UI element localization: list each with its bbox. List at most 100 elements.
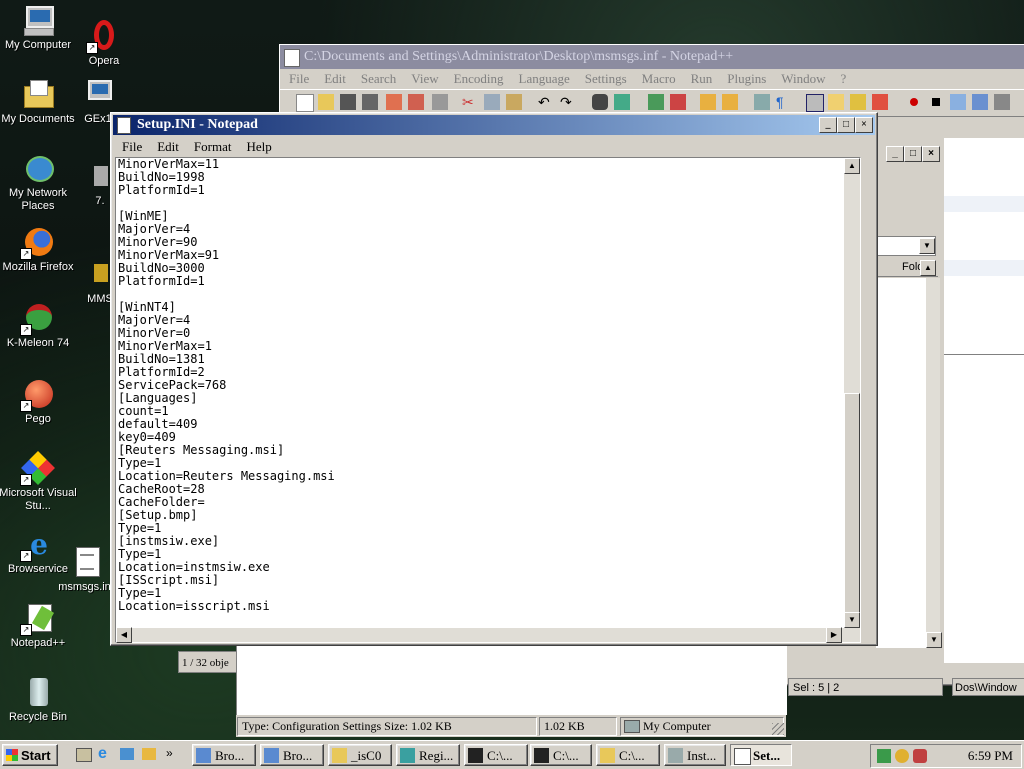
menu-run[interactable]: Run <box>691 71 713 86</box>
scroll-up-icon[interactable]: ▲ <box>844 158 860 174</box>
wrap-icon[interactable] <box>754 94 770 110</box>
close-all-icon[interactable] <box>408 94 424 110</box>
fold-icon[interactable] <box>828 94 844 110</box>
sync-h-icon[interactable] <box>722 94 738 110</box>
menu-search[interactable]: Search <box>361 71 396 86</box>
sync-v-icon[interactable] <box>700 94 716 110</box>
desktop-icon-my-documents[interactable]: My Documents <box>0 78 80 126</box>
macro-play-icon[interactable] <box>950 94 966 110</box>
resize-grip-icon[interactable] <box>772 723 784 735</box>
taskbar-button-browser-1[interactable]: Bro... <box>192 744 256 766</box>
replace-icon[interactable] <box>614 94 630 110</box>
media-icon[interactable] <box>142 748 156 760</box>
show-all-icon[interactable]: ¶ <box>776 94 792 110</box>
zoom-out-icon[interactable] <box>670 94 686 110</box>
menu-edit[interactable]: Edit <box>157 139 179 154</box>
zoom-in-icon[interactable] <box>648 94 664 110</box>
close-button[interactable]: × <box>855 117 873 133</box>
messenger-tray-icon[interactable] <box>895 749 909 763</box>
desktop-icon-notepadpp[interactable]: ↗ Notepad++ <box>0 602 80 650</box>
cut-icon[interactable]: ✂ <box>462 94 478 110</box>
pane-maximize-button[interactable]: □ <box>904 146 922 162</box>
desktop-icon-visual-studio[interactable]: ↗ Microsoft Visual Stu... <box>0 451 80 513</box>
taskbar-button-setup-notepad[interactable]: Set... <box>730 744 792 766</box>
menu-file[interactable]: File <box>289 71 309 86</box>
open-file-icon[interactable] <box>318 94 334 110</box>
address-dropdown[interactable]: ▼ <box>876 236 936 256</box>
save-all-icon[interactable] <box>362 94 378 110</box>
new-file-icon[interactable] <box>296 94 314 112</box>
scroll-down-icon[interactable]: ▼ <box>926 632 942 648</box>
doc-map-icon[interactable] <box>850 94 866 110</box>
outlook-icon[interactable] <box>120 748 134 760</box>
print-icon[interactable] <box>432 94 448 110</box>
taskbar-button-browser-2[interactable]: Bro... <box>260 744 324 766</box>
desktop-icon-opera[interactable]: ↗ Opera <box>62 20 146 68</box>
menu-help[interactable]: ? <box>841 71 847 86</box>
scroll-thumb[interactable] <box>844 393 860 613</box>
function-list-icon[interactable] <box>872 94 888 110</box>
menu-encoding[interactable]: Encoding <box>454 71 504 86</box>
taskbar-button-installer[interactable]: Inst... <box>664 744 726 766</box>
undo-icon[interactable]: ↶ <box>538 94 554 110</box>
macro-stop-icon[interactable] <box>928 94 944 110</box>
notepadpp-title-bar[interactable]: C:\Documents and Settings\Administrator\… <box>280 45 1024 69</box>
menu-view[interactable]: View <box>411 71 438 86</box>
text-editor[interactable]: MinorVerMax=11 BuildNo=1998 PlatformId=1… <box>115 157 861 643</box>
taskbar-button-isc0[interactable]: _isC0 <box>328 744 392 766</box>
quick-launch: e » <box>74 746 184 764</box>
internet-explorer-icon[interactable]: e <box>98 746 107 762</box>
menu-format[interactable]: Format <box>194 139 232 154</box>
taskbar-button-folder[interactable]: C:\... <box>596 744 660 766</box>
folder-list-scrollbar[interactable]: ▼ <box>926 278 942 648</box>
menu-help[interactable]: Help <box>246 139 271 154</box>
clock[interactable]: 6:59 PM <box>968 745 1013 767</box>
taskbar-button-7zip-1[interactable]: C:\... <box>464 744 528 766</box>
menu-plugins[interactable]: Plugins <box>727 71 766 86</box>
copy-icon[interactable] <box>484 94 500 110</box>
chevron-right-icon[interactable]: » <box>166 746 173 760</box>
scroll-left-icon[interactable]: ◀ <box>116 627 132 643</box>
notepad-window[interactable]: Setup.INI - Notepad _ □ × File Edit Format… <box>110 112 878 646</box>
menu-edit[interactable]: Edit <box>324 71 346 86</box>
desktop-icon-network-places[interactable]: My Network Places <box>0 152 80 213</box>
menu-language[interactable]: Language <box>519 71 570 86</box>
network-tray-icon[interactable] <box>877 749 891 763</box>
desktop-icon-recycle-bin[interactable]: Recycle Bin <box>0 676 80 724</box>
scroll-up-icon[interactable]: ▲ <box>920 260 936 276</box>
macro-run-multiple-icon[interactable] <box>972 94 988 110</box>
close-file-icon[interactable] <box>386 94 402 110</box>
editor-content[interactable]: MinorVerMax=11 BuildNo=1998 PlatformId=1… <box>118 158 858 628</box>
redo-icon[interactable]: ↷ <box>560 94 576 110</box>
pane-minimize-button[interactable]: _ <box>886 146 904 162</box>
menu-macro[interactable]: Macro <box>642 71 676 86</box>
windows-logo-icon <box>6 749 18 761</box>
desktop-icon-k-meleon[interactable]: ↗ K-Meleon 74 <box>0 302 80 350</box>
macro-save-icon[interactable] <box>994 94 1010 110</box>
notepad-title-bar[interactable]: Setup.INI - Notepad _ □ × <box>113 115 875 135</box>
desktop-icon-pego[interactable]: ↗ Pego <box>0 378 80 426</box>
paste-icon[interactable] <box>506 94 522 110</box>
menu-file[interactable]: File <box>122 139 142 154</box>
scroll-down-icon[interactable]: ▼ <box>844 612 860 628</box>
show-desktop-icon[interactable] <box>76 748 92 762</box>
maximize-button[interactable]: □ <box>837 117 855 133</box>
pane-close-button[interactable]: × <box>922 146 940 162</box>
scroll-right-icon[interactable]: ▶ <box>826 627 842 643</box>
desktop-icon-firefox[interactable]: ↗ Mozilla Firefox <box>0 226 80 274</box>
minimize-button[interactable]: _ <box>819 117 837 133</box>
menu-settings[interactable]: Settings <box>585 71 627 86</box>
indent-guide-icon[interactable] <box>806 94 824 112</box>
vertical-scrollbar[interactable]: ▲ ▼ <box>844 158 860 628</box>
menu-window[interactable]: Window <box>781 71 825 86</box>
start-button[interactable]: Start <box>2 744 58 766</box>
taskbar-button-regedit[interactable]: Regi... <box>396 744 460 766</box>
save-icon[interactable] <box>340 94 356 110</box>
macro-record-icon[interactable] <box>906 94 922 110</box>
horizontal-scrollbar[interactable]: ◀ ▶ <box>116 627 860 643</box>
desktop-icon-msmsgs-inf[interactable]: msmsgs.inf <box>56 546 116 594</box>
volume-tray-icon[interactable] <box>913 749 927 763</box>
find-icon[interactable] <box>592 94 608 110</box>
dropdown-arrow-icon[interactable]: ▼ <box>919 238 935 254</box>
taskbar-button-7zip-2[interactable]: C:\... <box>530 744 592 766</box>
